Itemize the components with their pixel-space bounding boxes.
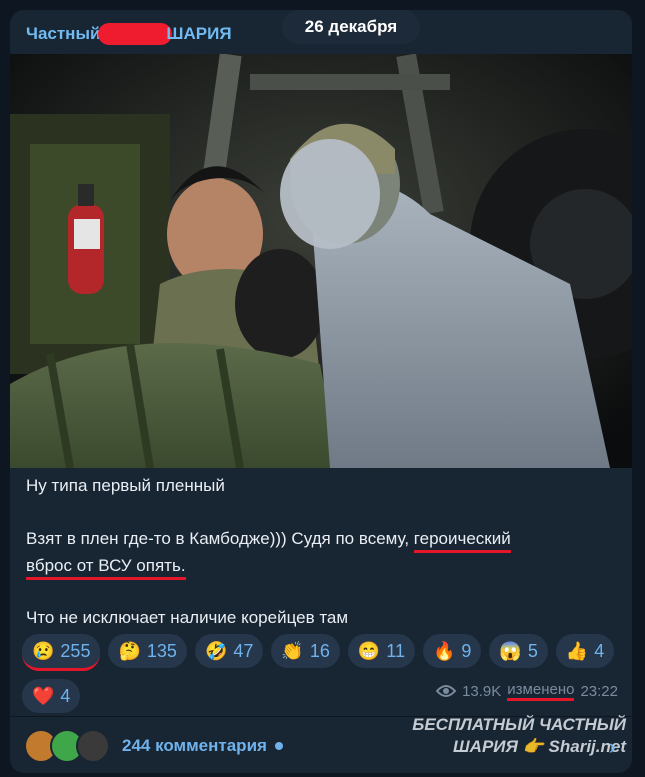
reaction-count: 4 [594, 640, 605, 661]
reaction-count: 9 [461, 640, 472, 661]
commenter-avatars [24, 729, 110, 763]
message-bubble: Частный ШАРИЯ Ну типа первый пленный Взя… [10, 10, 632, 773]
channel-name-left: Частный [26, 24, 101, 43]
reaction-count: 4 [60, 685, 71, 706]
message-time: 23:22 [580, 682, 618, 700]
reaction-rofl[interactable]: 🤣 47 [194, 634, 264, 668]
post-text-line4: Что не исключает наличие корейцев там [26, 608, 349, 627]
reaction-clap[interactable]: 👏 16 [271, 634, 340, 668]
unread-dot [274, 742, 283, 750]
avatar [76, 729, 110, 763]
thinking-emoji-icon: 🤔 [118, 640, 141, 661]
reaction-fire[interactable]: 🔥 9 [422, 634, 482, 668]
post-text-line2-a: Взят в плен где-то в Камбодже))) Судя по… [26, 529, 414, 548]
message-meta: 13.9K изменено 23:22 [436, 681, 618, 701]
comments-count-label: 244 комментария [122, 736, 267, 755]
watermark: БЕСПЛАТНЫЙ ЧАСТНЫЙ ШАРИЯ 👉 Sharij.net [412, 714, 626, 758]
reaction-heart[interactable]: ❤️ 4 [22, 679, 81, 713]
watermark-line1: БЕСПЛАТНЫЙ ЧАСТНЫЙ [412, 715, 626, 734]
heart-emoji-icon: ❤️ [32, 685, 55, 706]
rofl-emoji-icon: 🤣 [204, 640, 228, 661]
scream-emoji-icon: 😱 [499, 640, 522, 661]
watermark-line2: ШАРИЯ 👉 Sharij.net [453, 737, 626, 756]
clap-emoji-icon: 👏 [281, 640, 304, 661]
cry-emoji-icon: 😢 [32, 640, 55, 661]
reaction-grin[interactable]: 😁 11 [347, 634, 415, 668]
view-count: 13.9K [462, 682, 502, 700]
date-pill: 26 декабря [282, 10, 420, 44]
reaction-count: 16 [309, 640, 330, 661]
fire-emoji-icon: 🔥 [432, 640, 456, 661]
highlight-heroic: героический [413, 529, 511, 553]
reaction-thumbsup[interactable]: 👍 4 [555, 634, 615, 668]
post-text-line1: Ну типа первый пленный [26, 476, 225, 495]
redaction-mark [98, 23, 173, 45]
reaction-count: 11 [386, 640, 405, 661]
reaction-count: 5 [527, 640, 538, 661]
grin-emoji-icon: 😁 [357, 640, 381, 661]
reaction-scream[interactable]: 😱 5 [489, 634, 548, 668]
post-text-line3: вброс от ВСУ опять. [26, 556, 186, 580]
reaction-cry[interactable]: 😢 255 [22, 634, 101, 671]
post-text-line2: Взят в плен где-то в Камбодже))) Судя по… [26, 529, 511, 553]
reaction-count: 135 [146, 640, 177, 661]
reaction-thinking[interactable]: 🤔 135 [108, 634, 187, 668]
reaction-count: 47 [233, 640, 254, 661]
reaction-count: 255 [60, 640, 91, 661]
eye-icon [436, 685, 457, 697]
highlight-vbros: вброс от ВСУ опять. [26, 556, 186, 580]
channel-name-right: ШАРИЯ [166, 24, 232, 43]
thumbs-up-emoji-icon: 👍 [565, 640, 589, 661]
channel-name[interactable]: Частный ШАРИЯ [26, 23, 232, 45]
edited-label: изменено [507, 681, 575, 701]
post-photo[interactable] [10, 54, 632, 468]
chevron-right-icon[interactable]: › [609, 734, 616, 760]
reactions-bar: 😢 255 🤔 135 🤣 47 👏 16 😁 11 🔥 9 😱 5 👍 4 ❤… [22, 634, 632, 713]
